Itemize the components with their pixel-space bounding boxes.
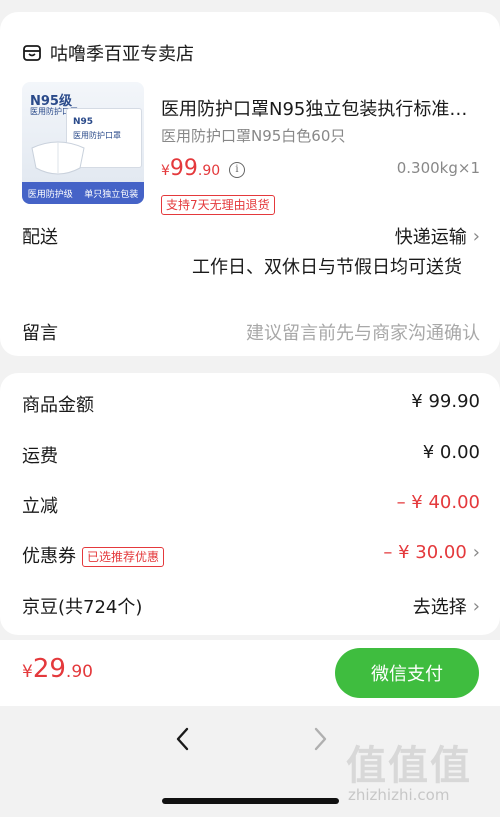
coupon-label: 优惠券 (22, 546, 76, 567)
order-card: 咕噜季百亚专卖店 N95级 医用防护口罩 N95 医用防护口罩 医用防护级 单只… (0, 12, 500, 356)
price-integer: 99 (169, 156, 198, 181)
shipping-note: 工作日、双休日与节假日均可送货 (192, 257, 462, 278)
product-price: ¥ 99 .90 (161, 156, 220, 181)
shipping-method-selector[interactable]: 快递运输 › (395, 223, 480, 249)
checkout-bar: ¥ 29 .90 微信支付 (0, 640, 500, 706)
watermark-url: zhizhizhi.com (348, 786, 450, 804)
product-spec: 医用防护口罩N95白色60只 (161, 127, 346, 145)
product-thumbnail[interactable]: N95级 医用防护口罩 N95 医用防护口罩 医用防护级 单只独立包装 (22, 82, 144, 204)
thumb-banner-left: 医用防护级 (27, 189, 73, 200)
total-integer: 29 (32, 654, 66, 684)
thumb-package-title: N95 (73, 117, 94, 127)
price-symbol: ¥ (161, 163, 170, 179)
freight-value: ¥ 0.00 (422, 442, 480, 463)
total-decimal: .90 (65, 662, 93, 682)
discount-value: – ¥ 40.00 (396, 492, 480, 513)
shipping-label: 配送 (22, 227, 58, 248)
total-symbol: ¥ (22, 662, 33, 682)
wechat-pay-button[interactable]: 微信支付 (335, 648, 479, 698)
info-icon[interactable]: i (229, 162, 245, 178)
chevron-right-icon: › (472, 595, 480, 617)
return-policy-badge: 支持7天无理由退货 (161, 195, 275, 215)
forward-arrow-icon[interactable] (309, 724, 331, 754)
price-decimal: .90 (197, 163, 221, 179)
jingdou-label: 京豆(共724个) (22, 597, 143, 618)
chevron-right-icon: › (472, 225, 480, 247)
chevron-right-icon: › (472, 542, 480, 563)
home-indicator[interactable] (162, 798, 339, 804)
back-arrow-icon[interactable] (172, 724, 194, 754)
store-name: 咕噜季百亚专卖店 (50, 44, 194, 65)
coupon-row-label: 优惠券 已选推荐优惠 (22, 542, 165, 568)
thumb-banner: 医用防护级 单只独立包装 (22, 182, 144, 204)
watermark-text: 值值值 (346, 743, 472, 789)
thumb-banner-right: 单只独立包装 (84, 189, 139, 200)
jingdou-selector[interactable]: 去选择 › (413, 593, 480, 619)
freight-label: 运费 (22, 446, 58, 467)
store-header[interactable]: 咕噜季百亚专卖店 (22, 38, 194, 68)
goods-amount-value: ¥ 99.90 (411, 391, 480, 412)
discount-label: 立减 (22, 496, 58, 517)
mask-image-icon (31, 141, 85, 175)
message-input[interactable]: 建议留言前先与商家沟通确认 (246, 319, 480, 345)
price-summary-card: 商品金额 ¥ 99.90 运费 ¥ 0.00 立减 – ¥ 40.00 优惠券已… (0, 373, 500, 635)
coupon-selector[interactable]: – ¥ 30.00 › (383, 542, 480, 563)
total-price: ¥ 29 .90 (22, 654, 93, 684)
goods-amount-label: 商品金额 (22, 395, 94, 416)
product-weight-qty: 0.300kg×1 (396, 159, 480, 177)
jingdou-action: 去选择 (412, 597, 467, 618)
coupon-tag: 已选推荐优惠 (82, 547, 165, 567)
shipping-method: 快递运输 (394, 227, 467, 248)
store-icon (23, 45, 41, 61)
message-label: 留言 (22, 323, 58, 344)
coupon-value: – ¥ 30.00 (383, 542, 467, 563)
product-title[interactable]: 医用防护口罩N95独立包装执行标准GB19083-2010 (161, 95, 481, 121)
